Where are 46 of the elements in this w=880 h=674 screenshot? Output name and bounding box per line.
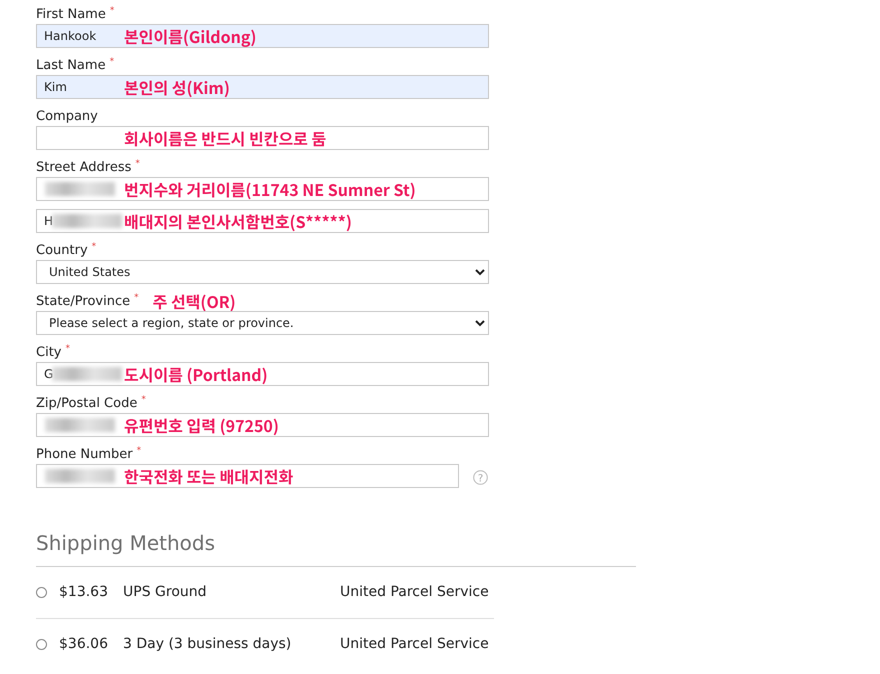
blur-patch xyxy=(45,469,115,483)
field-label: First Name xyxy=(36,6,106,24)
annotation-text: 한국전화 또는 배대지전화 xyxy=(124,467,294,485)
shipping-price: $13.63 xyxy=(59,583,109,602)
field-label: Country xyxy=(36,242,88,260)
required-mark: * xyxy=(135,158,140,170)
input-field[interactable] xyxy=(36,126,489,150)
required-mark: * xyxy=(141,394,146,406)
carrier-name: United Parcel Service xyxy=(340,634,489,654)
required-mark: * xyxy=(110,5,114,17)
shipping-method-name: UPS Ground xyxy=(123,583,208,602)
annotation-text: 유편번호 입력 (97250) xyxy=(124,416,279,434)
blur-patch xyxy=(45,418,115,432)
required-mark: * xyxy=(134,292,139,304)
blur-patch xyxy=(45,182,115,196)
input-field[interactable] xyxy=(36,413,489,437)
annotation-text: 번지수와 거리이름(11743 NE Sumner St) xyxy=(124,180,416,198)
annotation-text: 본인의 성(Kim) xyxy=(124,78,230,96)
input-field[interactable] xyxy=(36,464,459,488)
annotation-text: 회사이름은 반드시 빈칸으로 둠 xyxy=(124,129,326,147)
field-label: Last Name xyxy=(36,57,106,75)
shipping-method-name: 3 Day (3 business days) xyxy=(123,634,292,654)
field-label: Zip/Postal Code xyxy=(36,395,138,413)
annotation-text: 도시이름 (Portland) xyxy=(124,365,268,383)
select-field[interactable]: Please select a region, state or province. xyxy=(36,311,489,335)
carrier-name: United Parcel Service xyxy=(340,583,489,602)
required-mark: * xyxy=(136,445,142,457)
annotation-text: 배대지의 본인사서함번호(S*****) xyxy=(124,212,352,230)
section-title: Shipping Methods xyxy=(36,528,636,567)
field-label: Street Address xyxy=(36,159,132,177)
shipping-price: $36.06 xyxy=(59,634,109,654)
field-label: Phone Number xyxy=(36,446,133,464)
required-mark: * xyxy=(65,343,70,355)
field-label: State/Province xyxy=(36,293,130,311)
annotation-text: 주 선택(OR) xyxy=(152,292,236,310)
required-mark: * xyxy=(92,241,96,253)
blur-patch xyxy=(52,214,122,228)
required-mark: * xyxy=(110,56,114,68)
annotation-text: 본인이름(Gildong) xyxy=(124,27,256,45)
select-field[interactable]: United States xyxy=(36,260,489,284)
input-field[interactable] xyxy=(36,177,489,201)
field-label: Company xyxy=(36,108,98,126)
radio-button[interactable] xyxy=(36,587,47,598)
radio-button[interactable] xyxy=(36,638,47,650)
blur-patch xyxy=(52,367,122,381)
field-label: City xyxy=(36,344,62,362)
